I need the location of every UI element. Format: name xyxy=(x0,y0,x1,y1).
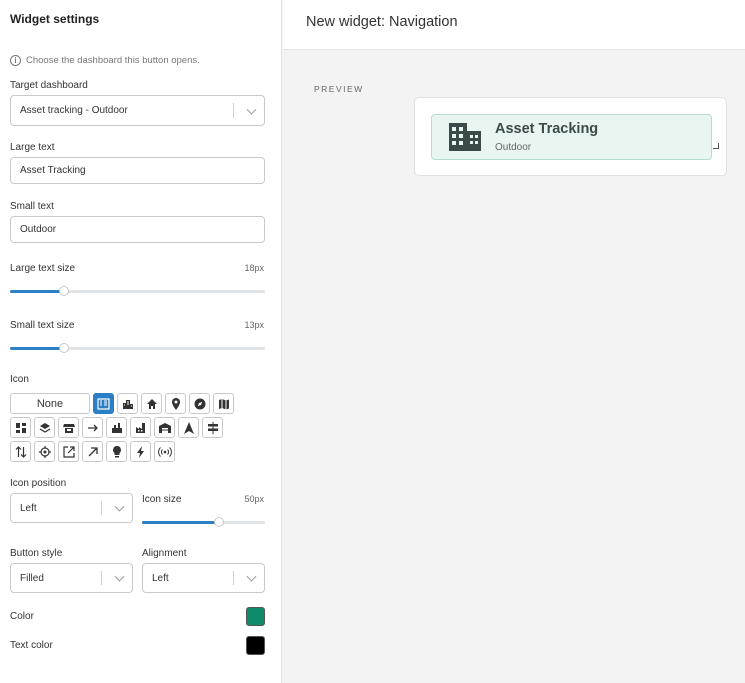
icon-label: Icon xyxy=(10,374,29,385)
chevron-down-icon xyxy=(246,571,257,582)
preview-small-text: Outdoor xyxy=(495,142,532,153)
lightbulb-icon[interactable] xyxy=(106,441,127,462)
slider-fill xyxy=(10,290,64,293)
icon-size-label: Icon size xyxy=(142,494,182,505)
large-text-input[interactable]: Asset Tracking xyxy=(10,157,265,184)
chevron-down-icon xyxy=(114,571,125,582)
building-icon[interactable] xyxy=(93,393,114,414)
page-title: New widget: Navigation xyxy=(306,14,458,30)
building-icon xyxy=(449,123,481,151)
slider-thumb[interactable] xyxy=(58,343,69,353)
warehouse-icon[interactable] xyxy=(154,417,175,438)
city-icon[interactable] xyxy=(117,393,138,414)
icon-size-slider[interactable] xyxy=(142,517,265,527)
icon-size-value: 50px xyxy=(244,494,264,504)
layers-icon[interactable] xyxy=(34,417,55,438)
large-text-size-label: Large text size xyxy=(10,263,76,274)
sidebar-title: Widget settings xyxy=(10,12,100,26)
select-divider xyxy=(101,501,102,515)
home-icon[interactable] xyxy=(141,393,162,414)
large-text-label: Large text xyxy=(10,142,55,153)
slider-fill xyxy=(142,521,220,524)
navigation-button-preview[interactable]: Asset Tracking Outdoor xyxy=(431,114,719,160)
compass-icon[interactable] xyxy=(189,393,210,414)
info-icon: i xyxy=(10,55,21,66)
swap-vertical-icon[interactable] xyxy=(10,441,31,462)
icon-position-value: Left xyxy=(20,502,37,514)
select-divider xyxy=(101,571,102,585)
large-text-size-value: 18px xyxy=(244,263,264,273)
large-text-size-slider[interactable] xyxy=(10,286,265,296)
factory-icon[interactable] xyxy=(106,417,127,438)
icon-picker: None xyxy=(10,393,260,465)
target-dashboard-label: Target dashboard xyxy=(10,80,88,91)
slider-thumb[interactable] xyxy=(58,286,69,296)
navigation-icon[interactable] xyxy=(178,417,199,438)
icon-row: None xyxy=(10,393,260,414)
arrow-up-right-icon[interactable] xyxy=(82,441,103,462)
target-dashboard-select[interactable]: Asset tracking - Outdoor xyxy=(10,95,265,126)
slider-thumb[interactable] xyxy=(214,517,225,527)
small-text-size-label: Small text size xyxy=(10,320,75,331)
bolt-icon[interactable] xyxy=(130,441,151,462)
text-color-swatch[interactable] xyxy=(246,636,265,655)
small-text-size-slider[interactable] xyxy=(10,343,265,353)
dashboard-icon[interactable] xyxy=(10,417,31,438)
slider-fill xyxy=(10,347,64,350)
hint-label: Choose the dashboard this button opens. xyxy=(26,55,200,66)
hint-text: i Choose the dashboard this button opens… xyxy=(10,55,200,66)
preview-label: PREVIEW xyxy=(314,84,364,94)
text-color-label: Text color xyxy=(10,640,53,651)
target-icon[interactable] xyxy=(34,441,55,462)
preview-large-text: Asset Tracking xyxy=(495,121,599,137)
alignment-select[interactable]: Left xyxy=(142,563,265,593)
icon-position-select[interactable]: Left xyxy=(10,493,133,523)
resize-handle[interactable] xyxy=(713,143,719,149)
broadcast-icon[interactable] xyxy=(154,441,175,462)
button-style-select[interactable]: Filled xyxy=(10,563,133,593)
icon-none-button[interactable]: None xyxy=(10,393,90,414)
map-pin-icon[interactable] xyxy=(165,393,186,414)
select-divider xyxy=(233,571,234,585)
small-text-input[interactable]: Outdoor xyxy=(10,216,265,243)
icon-row xyxy=(10,441,260,462)
industry-icon[interactable] xyxy=(130,417,151,438)
target-dashboard-value: Asset tracking - Outdoor xyxy=(20,105,128,116)
arrow-right-icon[interactable] xyxy=(82,417,103,438)
external-link-icon[interactable] xyxy=(58,441,79,462)
preview-card: Asset Tracking Outdoor xyxy=(414,97,727,176)
chevron-down-icon xyxy=(114,501,125,512)
large-text-value: Asset Tracking xyxy=(20,165,86,176)
alignment-value: Left xyxy=(152,572,169,584)
settings-sidebar: Widget settings i Choose the dashboard t… xyxy=(0,0,282,683)
button-style-value: Filled xyxy=(20,572,44,584)
page-header: New widget: Navigation xyxy=(283,0,745,50)
color-swatch[interactable] xyxy=(246,607,265,626)
preview-area: New widget: Navigation PREVIEW Asset Tra… xyxy=(283,0,745,683)
store-icon[interactable] xyxy=(58,417,79,438)
signpost-icon[interactable] xyxy=(202,417,223,438)
icon-position-label: Icon position xyxy=(10,478,67,489)
select-divider xyxy=(233,103,234,118)
small-text-value: Outdoor xyxy=(20,224,57,235)
small-text-size-value: 13px xyxy=(244,320,264,330)
color-label: Color xyxy=(10,611,34,622)
chevron-down-icon xyxy=(246,104,257,115)
alignment-label: Alignment xyxy=(142,548,187,559)
map-icon[interactable] xyxy=(213,393,234,414)
button-style-label: Button style xyxy=(10,548,63,559)
icon-row xyxy=(10,417,260,438)
small-text-label: Small text xyxy=(10,201,54,212)
icon-none-label: None xyxy=(36,397,64,410)
